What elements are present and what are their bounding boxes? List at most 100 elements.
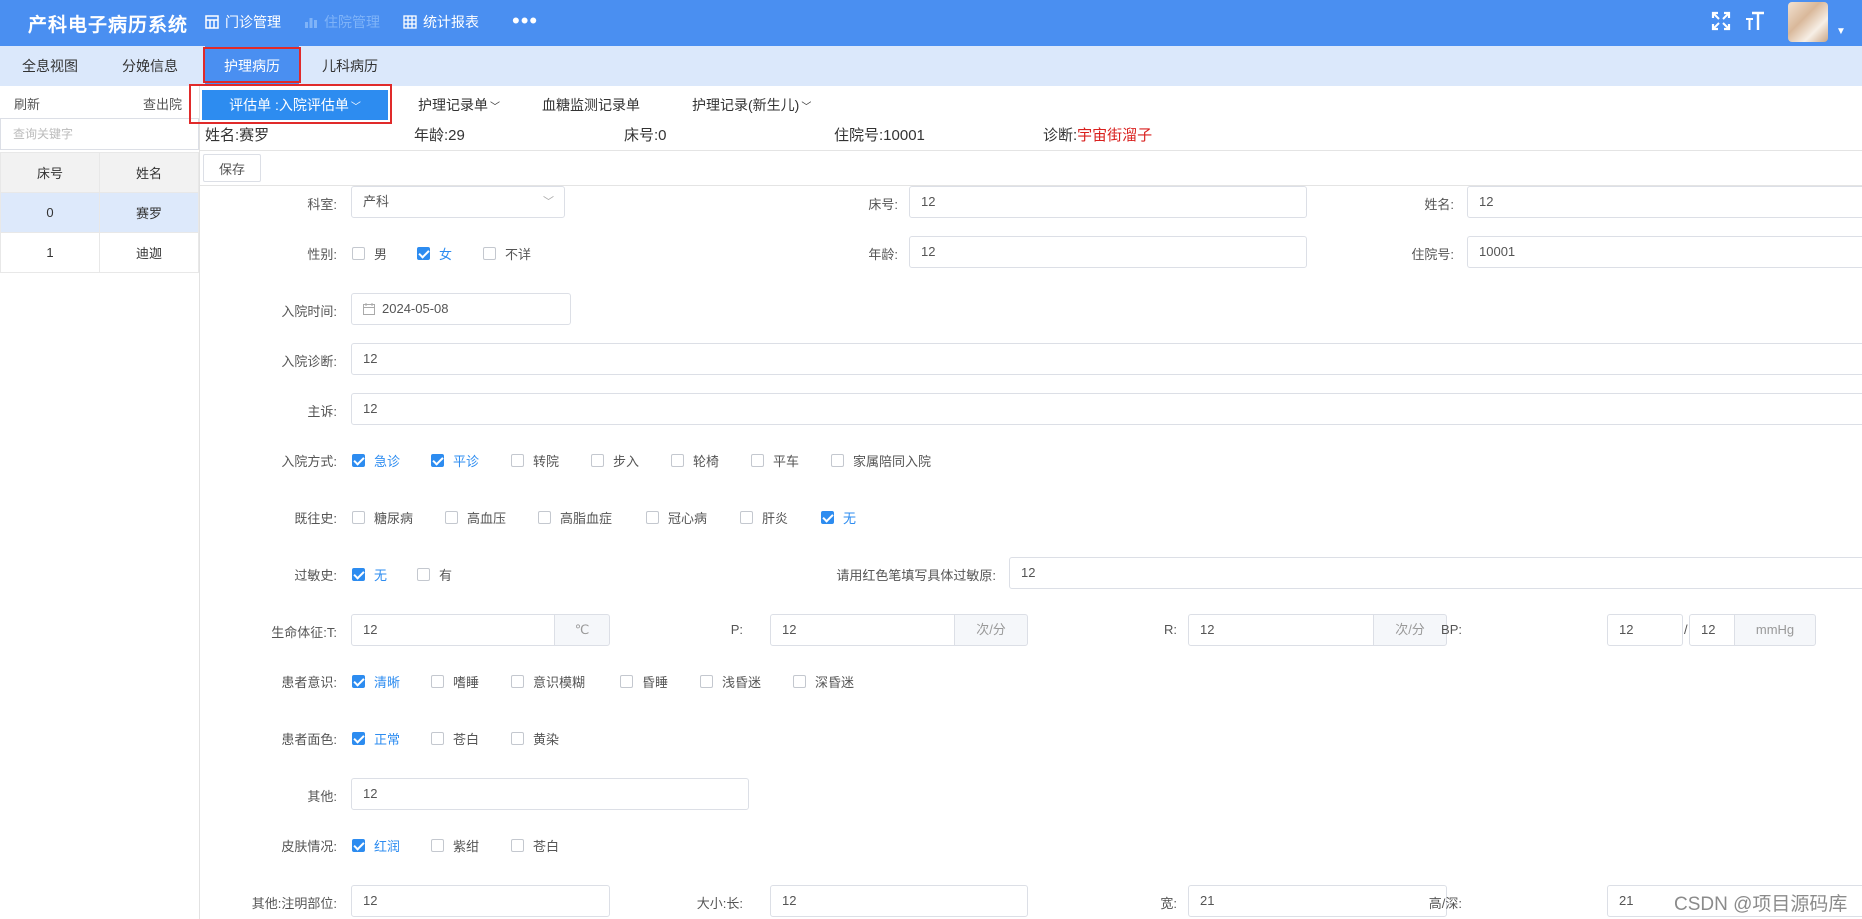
skin-pale-checkbox[interactable]: 苍白 (511, 836, 559, 855)
dept-label: 科室: (307, 197, 337, 212)
gender-unknown-checkbox[interactable]: 不详 (483, 244, 531, 263)
history-chd-checkbox[interactable]: 冠心病 (646, 508, 707, 527)
site-field[interactable]: 12 (351, 885, 610, 917)
subtab-glucose-label: 血糖监测记录单 (542, 97, 640, 113)
admit-mode-family-checkbox[interactable]: 家属陪同入院 (831, 451, 931, 470)
nav-reports[interactable]: 统计报表 (403, 12, 479, 32)
length-field[interactable]: 12 (770, 885, 1028, 917)
tab-nursing[interactable]: 护理病历 (205, 46, 299, 86)
calendar-icon (363, 303, 375, 315)
patient-table: 床号 姓名 0 赛罗 1 迪迦 (0, 152, 199, 273)
respiration-label: R: (1164, 622, 1177, 637)
history-hyperlipidemia-checkbox[interactable]: 高脂血症 (538, 508, 612, 527)
bed-cell[interactable]: 1 (0, 232, 100, 273)
bp-systolic-field[interactable]: 12 (1607, 614, 1683, 646)
subtab-nursing-record[interactable]: 护理记录单 ﹀ (418, 90, 500, 120)
table-row[interactable]: 0 赛罗 (0, 192, 199, 233)
bp-diastolic-field[interactable]: 12 (1689, 614, 1735, 646)
patient-diagnosis: 诊断:宇宙街溜子 (1043, 127, 1153, 144)
name-field[interactable]: 12 (1467, 186, 1862, 218)
nav-outpatient-label: 门诊管理 (225, 14, 281, 30)
dept-select[interactable]: 产科 ﹀ (351, 186, 565, 218)
admit-time-label: 入院时间: (281, 304, 337, 319)
site-label: 其他:注明部位: (251, 896, 337, 911)
nav-inpatient-label: 住院管理 (324, 14, 380, 30)
allergy-yes-checkbox[interactable]: 有 (417, 565, 452, 584)
name-cell[interactable]: 赛罗 (99, 192, 199, 233)
consciousness-drowsy-checkbox[interactable]: 嗜睡 (431, 672, 479, 691)
refresh-button[interactable]: 刷新 (14, 94, 40, 113)
consciousness-deep-coma-checkbox[interactable]: 深昏迷 (793, 672, 854, 691)
skin-ruddy-checkbox[interactable]: 红润 (352, 836, 400, 855)
tab-bar: 全息视图 分娩信息 护理病历 儿科病历 (0, 46, 1862, 86)
tab-delivery[interactable]: 分娩信息 (122, 46, 178, 86)
gender-male-checkbox[interactable]: 男 (352, 244, 387, 263)
discharged-button[interactable]: 查出院 (143, 94, 182, 113)
width-label: 宽: (1160, 896, 1177, 911)
history-hepatitis-checkbox[interactable]: 肝炎 (740, 508, 788, 527)
name-cell[interactable]: 迪迦 (99, 232, 199, 273)
other-field[interactable]: 12 (351, 778, 749, 810)
tab-pediatrics[interactable]: 儿科病历 (322, 46, 378, 86)
width-field[interactable]: 21 (1188, 885, 1447, 917)
complexion-jaundice-checkbox[interactable]: 黄染 (511, 729, 559, 748)
caret-down-icon[interactable]: ▼ (1836, 26, 1846, 37)
admit-mode-emergency-checkbox[interactable]: 急诊 (352, 451, 400, 470)
skin-cyanosis-checkbox[interactable]: 紫绀 (431, 836, 479, 855)
admit-mode-label: 入院方式: (281, 454, 337, 469)
admit-mode-stretcher-checkbox[interactable]: 平车 (751, 451, 799, 470)
admit-mode-transfer-checkbox[interactable]: 转院 (511, 451, 559, 470)
admit-mode-wheelchair-checkbox[interactable]: 轮椅 (671, 451, 719, 470)
divider (200, 150, 1862, 151)
save-button[interactable]: 保存 (203, 154, 261, 182)
subtab-glucose[interactable]: 血糖监测记录单 (542, 90, 640, 120)
more-menu-icon[interactable]: ••• (512, 8, 538, 34)
subtab-assessment[interactable]: 评估单 :入院评估单 ﹀ (202, 90, 388, 120)
table-row[interactable]: 1 迪迦 (0, 232, 199, 273)
bed-field[interactable]: 12 (909, 186, 1307, 218)
chart-icon (305, 18, 317, 28)
admit-time-picker[interactable]: 2024-05-08 (351, 293, 571, 325)
complexion-normal-checkbox[interactable]: 正常 (352, 729, 400, 748)
search-input[interactable] (0, 118, 199, 150)
admit-diag-field[interactable]: 12 (351, 343, 1862, 375)
pulse-field[interactable]: 12 (770, 614, 955, 646)
gender-female-checkbox[interactable]: 女 (417, 244, 452, 263)
font-size-icon[interactable] (1744, 10, 1766, 32)
nav-outpatient[interactable]: 门诊管理 (205, 12, 281, 32)
subtab-newborn[interactable]: 护理记录(新生儿) ﹀ (692, 90, 811, 120)
complaint-label: 主诉: (307, 404, 337, 419)
column-header-name: 姓名 (99, 152, 199, 193)
bed-cell[interactable]: 0 (0, 192, 100, 233)
history-diabetes-checkbox[interactable]: 糖尿病 (352, 508, 413, 527)
consciousness-stupor-checkbox[interactable]: 昏睡 (620, 672, 668, 691)
complaint-field[interactable]: 12 (351, 393, 1862, 425)
pulse-label: P: (730, 622, 743, 637)
history-label: 既往史: (294, 511, 337, 526)
history-none-checkbox[interactable]: 无 (821, 508, 856, 527)
admit-mode-walk-checkbox[interactable]: 步入 (591, 451, 639, 470)
fullscreen-icon[interactable] (1710, 10, 1732, 32)
consciousness-light-coma-checkbox[interactable]: 浅昏迷 (700, 672, 761, 691)
age-field[interactable]: 12 (909, 236, 1307, 268)
history-hypertension-checkbox[interactable]: 高血压 (445, 508, 506, 527)
consciousness-clear-checkbox[interactable]: 清晰 (352, 672, 400, 691)
nav-inpatient[interactable]: 住院管理 (304, 12, 380, 32)
patient-name: 姓名:赛罗 (205, 127, 270, 144)
avatar[interactable] (1788, 2, 1828, 42)
admit-mode-regular-checkbox[interactable]: 平诊 (431, 451, 479, 470)
name-label: 姓名: (1424, 197, 1454, 212)
allergy-none-checkbox[interactable]: 无 (352, 565, 387, 584)
bp-separator: / (1684, 622, 1688, 637)
admission-no-field[interactable]: 10001 (1467, 236, 1862, 268)
tab-overview[interactable]: 全息视图 (22, 46, 78, 86)
allergy-detail-field[interactable]: 12 (1009, 557, 1862, 589)
chevron-down-icon: ﹀ (543, 196, 554, 208)
patient-age: 年龄:29 (414, 127, 465, 144)
consciousness-confused-checkbox[interactable]: 意识模糊 (511, 672, 585, 691)
temperature-field[interactable]: 12 (351, 614, 555, 646)
consciousness-label: 患者意识: (281, 675, 337, 690)
respiration-field[interactable]: 12 (1188, 614, 1374, 646)
complexion-pale-checkbox[interactable]: 苍白 (431, 729, 479, 748)
nav-reports-label: 统计报表 (423, 14, 479, 30)
